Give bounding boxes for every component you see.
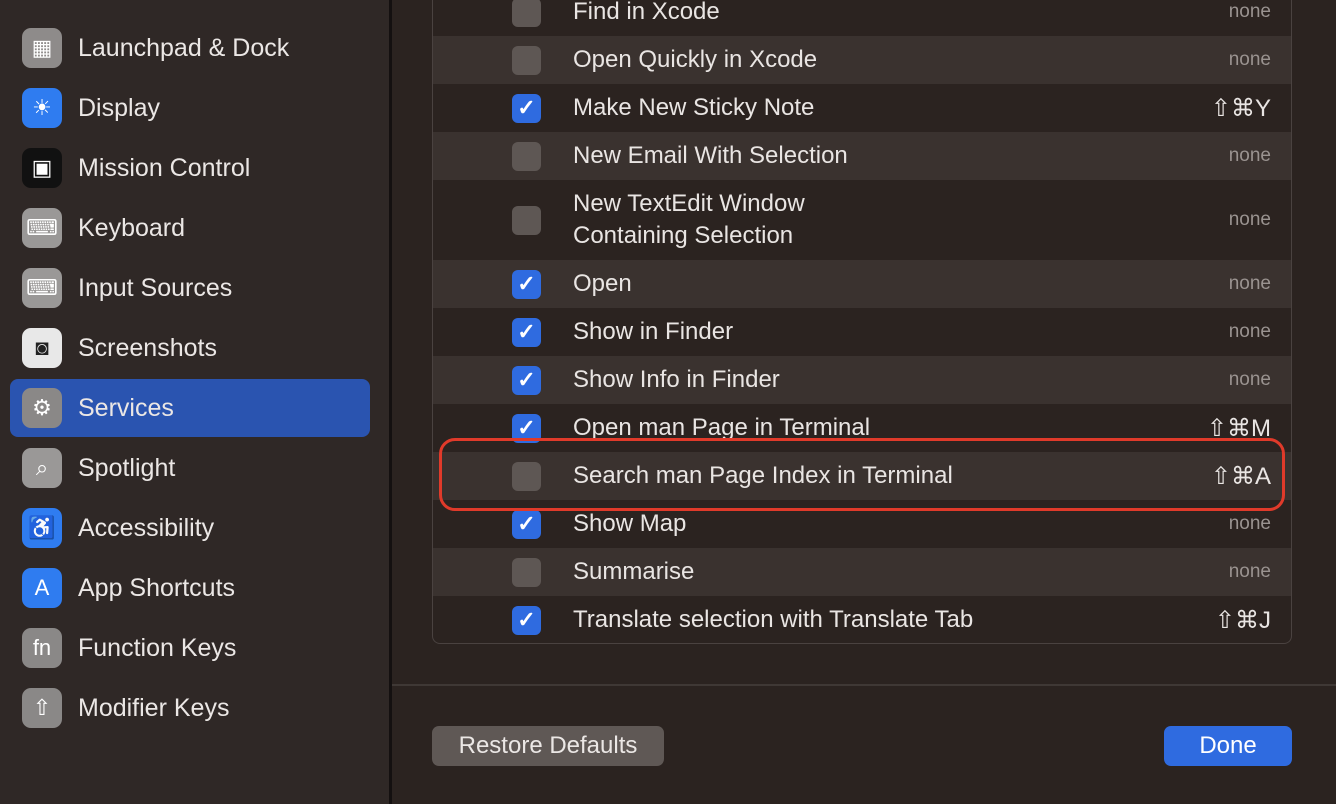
service-checkbox[interactable]: ✓ [512, 317, 541, 347]
function-keys-icon: fn [22, 628, 62, 668]
service-label: New Email With Selection [573, 142, 848, 169]
service-shortcut[interactable]: none [1229, 561, 1271, 583]
sidebar-item-label: App Shortcuts [78, 573, 236, 602]
sidebar-item-label: Mission Control [78, 153, 251, 182]
sidebar-item-label: Keyboard [78, 213, 186, 242]
service-shortcut[interactable]: ⇧⌘J [1215, 606, 1271, 635]
service-label: Open [573, 270, 632, 297]
sidebar-item-screenshots[interactable]: ◙ Screenshots [10, 319, 370, 377]
input-sources-icon: ⌨ [22, 268, 62, 308]
sidebar-item-label: Launchpad & Dock [78, 33, 290, 62]
sidebar-item-label: Spotlight [78, 453, 176, 482]
service-label: Show Map [573, 510, 687, 537]
spotlight-icon: ⌕ [22, 448, 62, 488]
service-row[interactable]: ✓ Show Info in Finder none [433, 356, 1291, 404]
service-checkbox[interactable] [512, 45, 541, 75]
sidebar-item-spotlight[interactable]: ⌕ Spotlight [10, 439, 370, 497]
service-shortcut[interactable]: none [1229, 369, 1271, 391]
service-row[interactable]: ✓ Open none [433, 260, 1291, 308]
sidebar: ▦ Launchpad & Dock ☀ Display ▣ Mission Contro… [0, 0, 389, 804]
modifier-keys-icon: ⇧ [22, 688, 62, 728]
service-label: Open Quickly in Xcode [573, 46, 818, 73]
sidebar-item-label: Modifier Keys [78, 693, 230, 722]
service-shortcut[interactable]: none [1229, 513, 1271, 535]
service-label: Translate selection with Translate Tab [573, 606, 974, 633]
sidebar-item-display[interactable]: ☀ Display [10, 79, 370, 137]
services-list: Find in Xcode none Open Quickly in Xcode no… [432, 0, 1292, 644]
service-shortcut[interactable]: none [1229, 273, 1271, 295]
service-shortcut[interactable]: none [1229, 321, 1271, 343]
service-label: Show in Finder [573, 318, 734, 345]
service-label: New TextEdit Window Containing Selection [573, 190, 805, 249]
service-row[interactable]: ✓ Show in Finder none [433, 308, 1291, 356]
service-shortcut[interactable]: none [1229, 49, 1271, 71]
service-row[interactable]: Summarise none [433, 548, 1291, 596]
service-shortcut[interactable]: none [1229, 1, 1271, 23]
sidebar-item-launchpad-dock[interactable]: ▦ Launchpad & Dock [10, 19, 370, 77]
sidebar-item-function-keys[interactable]: fn Function Keys [10, 619, 370, 677]
service-row[interactable]: ✓ Make New Sticky Note ⇧⌘Y [433, 84, 1291, 132]
sidebar-item-input-sources[interactable]: ⌨ Input Sources [10, 259, 370, 317]
sidebar-item-mission-control[interactable]: ▣ Mission Control [10, 139, 370, 197]
service-checkbox[interactable] [512, 0, 541, 27]
service-checkbox[interactable]: ✓ [512, 269, 541, 299]
service-checkbox[interactable] [512, 557, 541, 587]
service-checkbox[interactable] [512, 205, 541, 235]
sidebar-item-services[interactable]: ⚙ Services [10, 379, 370, 437]
service-row[interactable]: Open Quickly in Xcode none [433, 36, 1291, 84]
service-label: Summarise [573, 558, 695, 585]
service-checkbox[interactable]: ✓ [512, 605, 541, 635]
service-label: Show Info in Finder [573, 366, 780, 393]
service-shortcut[interactable]: none [1229, 209, 1271, 231]
service-shortcut[interactable]: ⇧⌘Y [1211, 94, 1271, 123]
services-gears-icon: ⚙ [22, 388, 62, 428]
sidebar-item-keyboard[interactable]: ⌨ Keyboard [10, 199, 370, 257]
service-checkbox[interactable]: ✓ [512, 509, 541, 539]
sidebar-item-label: Input Sources [78, 273, 233, 302]
highlight-annotation [439, 438, 1285, 511]
service-row[interactable]: Find in Xcode none [433, 0, 1291, 36]
sidebar-item-modifier-keys[interactable]: ⇧ Modifier Keys [10, 679, 370, 737]
display-icon: ☀ [22, 88, 62, 128]
keyboard-icon: ⌨ [22, 208, 62, 248]
service-label: Find in Xcode [573, 0, 720, 25]
service-label: Make New Sticky Note [573, 94, 815, 121]
restore-defaults-button[interactable]: Restore Defaults [432, 726, 664, 766]
launchpad-icon: ▦ [22, 28, 62, 68]
service-row[interactable]: New Email With Selection none [433, 132, 1291, 180]
sidebar-item-label: Display [78, 93, 160, 122]
sidebar-item-label: Services [78, 393, 174, 422]
mission-control-icon: ▣ [22, 148, 62, 188]
service-shortcut[interactable]: none [1229, 145, 1271, 167]
divider [392, 684, 1336, 686]
sidebar-item-accessibility[interactable]: ♿ Accessibility [10, 499, 370, 557]
accessibility-icon: ♿ [22, 508, 62, 548]
sidebar-item-label: Accessibility [78, 513, 215, 542]
app-shortcuts-icon: A [22, 568, 62, 608]
service-checkbox[interactable] [512, 141, 541, 171]
sidebar-item-app-shortcuts[interactable]: A App Shortcuts [10, 559, 370, 617]
service-row[interactable]: New TextEdit Window Containing Selection… [433, 180, 1291, 260]
sidebar-item-label: Screenshots [78, 333, 217, 362]
service-checkbox[interactable]: ✓ [512, 93, 541, 123]
screenshots-icon: ◙ [22, 328, 62, 368]
done-button[interactable]: Done [1164, 726, 1292, 766]
service-checkbox[interactable]: ✓ [512, 365, 541, 395]
service-row[interactable]: ✓ Translate selection with Translate Tab ⇧… [433, 596, 1291, 643]
sidebar-item-label: Function Keys [78, 633, 237, 662]
